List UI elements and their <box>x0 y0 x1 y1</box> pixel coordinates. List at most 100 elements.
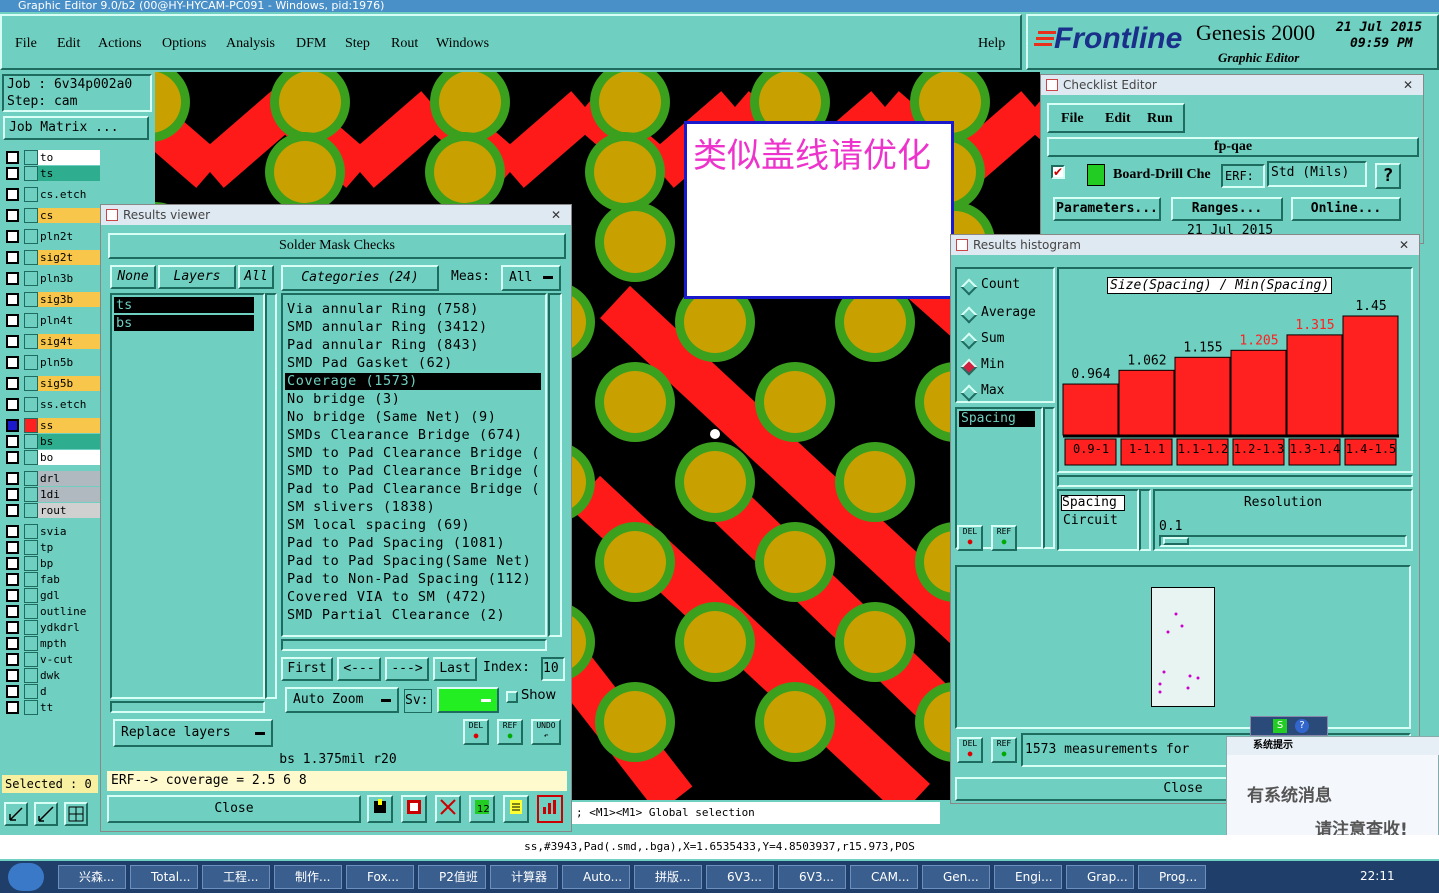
layer-checkbox[interactable] <box>6 637 19 650</box>
layer-row-cs-etch[interactable]: cs.etch <box>6 187 100 202</box>
layer-row-sig3b[interactable]: sig3b <box>6 292 100 307</box>
layer-row-d[interactable]: d <box>6 684 100 699</box>
layer-name[interactable]: pln2t <box>38 229 100 244</box>
taskbar-item[interactable]: Fox... <box>346 865 414 889</box>
menu-actions[interactable]: Actions <box>98 36 142 52</box>
layer-name[interactable]: gdl <box>38 588 100 603</box>
menu-rout[interactable]: Rout <box>391 36 418 52</box>
layer-name[interactable]: bo <box>38 450 100 465</box>
layer-name[interactable]: mpth <box>38 636 100 651</box>
layer-checkbox[interactable] <box>6 488 19 501</box>
results-close-button[interactable]: Close <box>107 795 361 823</box>
zoom-tool-icon[interactable] <box>4 802 28 826</box>
layer-row-pln2t[interactable]: pln2t <box>6 229 100 244</box>
layer-name[interactable]: ss.etch <box>38 397 100 412</box>
histogram-bar[interactable] <box>1118 369 1175 436</box>
layer-result-item[interactable]: bs <box>114 315 254 331</box>
layer-name[interactable]: tp <box>38 540 100 555</box>
meas-select[interactable]: All <box>501 265 561 291</box>
online-button[interactable]: Online... <box>1291 197 1401 221</box>
layer-name[interactable]: bs <box>38 434 100 449</box>
layer-name[interactable]: cs.etch <box>38 187 100 202</box>
help-button[interactable]: ? <box>1375 163 1401 189</box>
layer-color-swatch[interactable] <box>24 271 38 286</box>
layer-row-ts[interactable]: ts <box>6 166 100 181</box>
layer-name[interactable]: to <box>38 150 100 165</box>
layer-results-list[interactable]: ts bs <box>110 293 265 699</box>
taskbar-item[interactable]: 工程... <box>202 865 270 889</box>
checklist-menu-run[interactable]: Run <box>1147 111 1173 127</box>
layers-button[interactable]: Layers <box>158 265 236 289</box>
close-icon[interactable]: ✕ <box>1403 75 1413 95</box>
taskbar-item[interactable]: Engi... <box>994 865 1062 889</box>
layer-checkbox[interactable] <box>6 251 19 264</box>
type-list-scrollbar[interactable] <box>1139 489 1151 551</box>
category-item[interactable]: Pad to Pad Spacing(Same Net) <box>285 553 541 570</box>
del-button[interactable]: DEL ● <box>463 719 489 745</box>
layer-checkbox[interactable] <box>6 314 19 327</box>
layer-name[interactable]: d <box>38 684 100 699</box>
layer-color-swatch[interactable] <box>24 250 38 265</box>
layer-name[interactable]: sig4t <box>38 334 100 349</box>
category-list-hscroll[interactable] <box>281 639 547 651</box>
layer-row-pln4t[interactable]: pln4t <box>6 313 100 328</box>
histogram-bar[interactable] <box>1342 315 1399 436</box>
layer-color-swatch[interactable] <box>24 700 38 715</box>
taskbar-item[interactable]: Prog... <box>1138 865 1206 889</box>
layer-color-swatch[interactable] <box>24 292 38 307</box>
layer-row-ss[interactable]: ss <box>6 418 100 433</box>
dist-del-button[interactable]: DEL ● <box>957 737 983 763</box>
layer-checkbox[interactable] <box>6 398 19 411</box>
layer-row-v-cut[interactable]: v-cut <box>6 652 100 667</box>
layer-checkbox[interactable] <box>6 419 19 432</box>
category-item[interactable]: Via annular Ring (758) <box>285 301 541 318</box>
sum-radio[interactable] <box>960 332 978 350</box>
menu-file[interactable]: File <box>15 36 37 52</box>
layer-name[interactable]: drl <box>38 471 100 486</box>
menu-help[interactable]: Help <box>978 36 1005 52</box>
layer-color-swatch[interactable] <box>24 150 38 165</box>
hist-ref-button[interactable]: REF ● <box>991 525 1017 551</box>
layer-name[interactable]: sig2t <box>38 250 100 265</box>
notes-icon[interactable] <box>503 795 529 823</box>
menu-windows[interactable]: Windows <box>436 36 489 52</box>
category-item[interactable]: SMD Pad Gasket (62) <box>285 355 541 372</box>
category-item[interactable]: Pad annular Ring (843) <box>285 337 541 354</box>
close-icon[interactable]: ✕ <box>1399 235 1409 255</box>
layer-name[interactable]: pln4t <box>38 313 100 328</box>
measure-tool-icon[interactable] <box>34 802 58 826</box>
layer-color-swatch[interactable] <box>24 503 38 518</box>
job-matrix-button[interactable]: Job Matrix ... <box>3 116 149 140</box>
category-list-scrollbar[interactable] <box>548 293 562 637</box>
layer-row-sig2t[interactable]: sig2t <box>6 250 100 265</box>
histogram-list-scrollbar[interactable] <box>1043 407 1055 549</box>
layer-checkbox[interactable] <box>6 151 19 164</box>
layer-checkbox[interactable] <box>6 293 19 306</box>
layer-row-sig5b[interactable]: sig5b <box>6 376 100 391</box>
histogram-icon[interactable] <box>537 795 563 823</box>
histogram-bar[interactable] <box>1230 349 1287 436</box>
first-button[interactable]: First <box>281 657 333 681</box>
layer-result-item[interactable]: ts <box>114 297 254 313</box>
layer-row-mpth[interactable]: mpth <box>6 636 100 651</box>
hist-del-button[interactable]: DEL ● <box>957 525 983 551</box>
layer-color-swatch[interactable] <box>24 588 38 603</box>
layer-name[interactable]: cs <box>38 208 100 223</box>
layer-row-1di[interactable]: 1di <box>6 487 100 502</box>
layer-checkbox[interactable] <box>6 589 19 602</box>
layer-name[interactable]: pln3b <box>38 271 100 286</box>
taskbar-item[interactable]: CAM... <box>850 865 918 889</box>
next-button[interactable]: ---> <box>385 657 429 681</box>
category-item[interactable]: Pad to Pad Spacing (1081) <box>285 535 541 552</box>
taskbar-item[interactable]: 计算器 <box>490 865 558 889</box>
layer-row-ss-etch[interactable]: ss.etch <box>6 397 100 412</box>
taskbar-item[interactable]: 6V3... <box>706 865 774 889</box>
count-radio[interactable] <box>960 278 978 296</box>
layer-color-swatch[interactable] <box>24 572 38 587</box>
layer-row-to[interactable]: to <box>6 150 100 165</box>
auto-zoom-select[interactable]: Auto Zoom <box>285 687 399 713</box>
layer-checkbox[interactable] <box>6 472 19 485</box>
layer-checkbox[interactable] <box>6 209 19 222</box>
average-radio[interactable] <box>960 306 978 324</box>
category-list[interactable]: Via annular Ring (758) SMD annular Ring (… <box>281 293 547 637</box>
